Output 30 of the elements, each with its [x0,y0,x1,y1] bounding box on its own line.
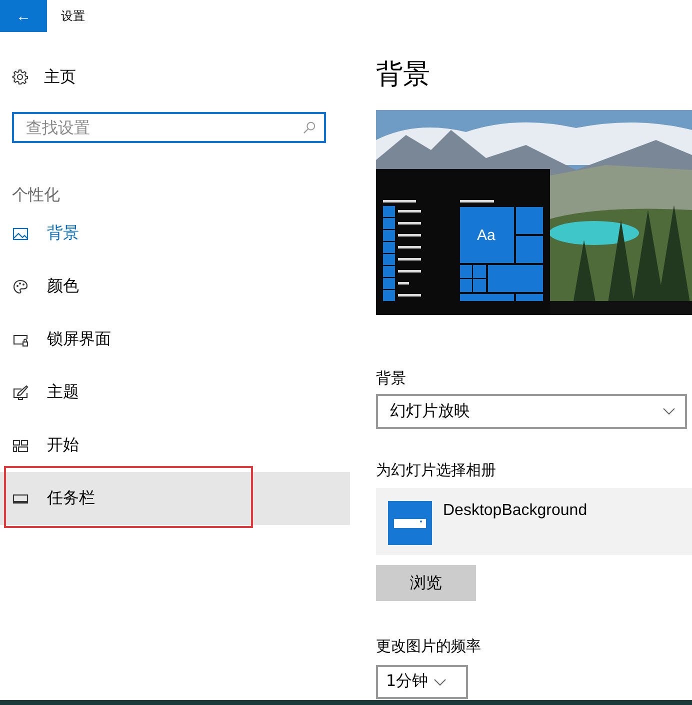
frequency-dropdown[interactable]: 1分钟 [376,665,468,699]
picture-icon [12,226,29,242]
page-heading: 背景 [376,58,431,92]
chevron-down-icon [434,679,446,686]
nav-item[interactable]: 颜色 [0,260,350,313]
field-label: 为幻灯片选择相册 [376,461,497,480]
browse-button[interactable]: 浏览 [376,565,476,601]
nav-item[interactable]: 主题 [0,366,350,419]
tile-label: Aa [477,227,496,244]
search-field[interactable]: 查找设置 [12,112,326,143]
back-button[interactable]: ← [0,0,47,32]
nav-item[interactable]: 任务栏 [0,472,350,525]
field-label: 更改图片的频率 [376,637,482,656]
nav-item[interactable]: 开始 [0,419,350,472]
palette-icon [12,278,29,294]
settings-icon [12,69,28,85]
album-name: DesktopBackground [443,502,588,520]
nav-item[interactable]: 背景 [0,207,350,260]
nav-item[interactable]: 锁屏界面 [0,313,350,366]
window-title: 设置 [61,8,85,24]
background-dropdown[interactable]: 幻灯片放映 [376,394,687,429]
folder-icon [388,501,432,545]
chevron-down-icon [663,408,675,415]
theme-icon [12,384,29,400]
search-icon [303,121,316,134]
home-link[interactable]: 主页 [0,66,88,88]
grid-icon [12,438,29,454]
field-label: 背景 [376,369,407,388]
album-card[interactable]: DesktopBackground [376,488,692,555]
section-heading: 个性化 [12,185,61,206]
